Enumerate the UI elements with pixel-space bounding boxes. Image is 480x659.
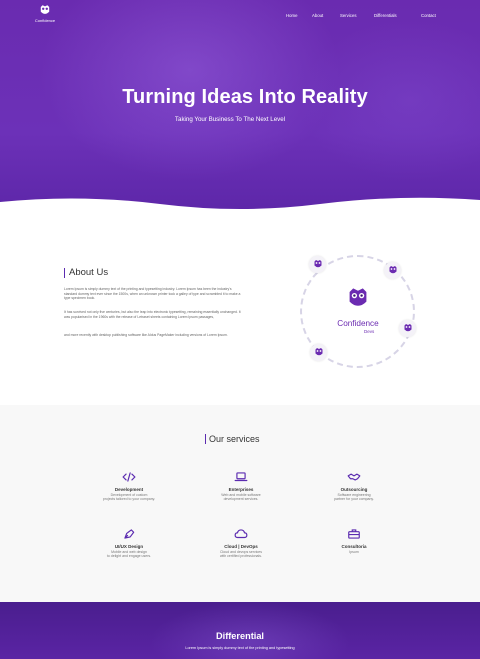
service-outsourcing[interactable]: Outsourcing Software engineering partner… — [309, 471, 399, 502]
nav-home[interactable]: Home — [286, 13, 297, 18]
service-desc: partner for your company. — [334, 497, 374, 502]
orbit-bubble — [384, 262, 401, 279]
service-cloud-devops[interactable]: Cloud | DevOps Cloud and devops services… — [196, 528, 286, 559]
about-paragraph-2: It has survived not only five centuries,… — [64, 310, 241, 319]
service-desc: development services. — [223, 497, 259, 502]
services-title: Our services — [205, 434, 260, 444]
logo-brand-text: Confidence — [34, 18, 56, 23]
orbit-bubble — [399, 320, 416, 337]
orbit-bubble — [310, 344, 327, 361]
owl-logo-icon — [40, 5, 50, 14]
about-title: About Us — [64, 268, 108, 278]
about-paragraph-1: Lorem Ipsum is simply dummy text of the … — [64, 287, 241, 301]
nav-contact[interactable]: Contact — [421, 13, 436, 18]
owl-icon — [314, 260, 321, 268]
center-brand-text: Confidence — [337, 319, 379, 328]
service-development[interactable]: Development Development of custom projec… — [84, 471, 174, 502]
laptop-icon — [234, 472, 248, 482]
owl-icon — [389, 266, 396, 274]
pen-icon — [124, 529, 135, 539]
cloud-icon — [234, 529, 248, 539]
service-consultoria[interactable]: Consultoria Ipsum — [309, 528, 399, 554]
briefcase-icon — [348, 529, 360, 539]
hero-subtitle: Taking Your Business To The Next Level — [174, 116, 286, 123]
hero-section: Confidence Home About Services Different… — [0, 0, 480, 222]
owl-icon — [315, 348, 322, 356]
hero-wave-divider — [0, 197, 480, 222]
logo[interactable]: Confidence — [30, 4, 60, 28]
differential-subtitle: Lorem Ipsum is simply dummy text of the … — [185, 646, 295, 650]
orbit-bubble — [309, 256, 326, 273]
differential-section: Differential Lorem Ipsum is simply dummy… — [0, 602, 480, 659]
hero-title: Turning Ideas Into Reality — [122, 86, 368, 108]
service-uiux-design[interactable]: UI/UX Design Mobile and web design to de… — [84, 528, 174, 559]
service-desc: with certified professionals. — [219, 554, 263, 559]
handshake-icon — [347, 473, 361, 481]
about-paragraph-3: and more recently with desktop publishin… — [64, 333, 228, 337]
center-brand-sub: Devs — [364, 329, 375, 334]
nav-differentials[interactable]: Differentials — [374, 13, 397, 18]
differential-title: Differential — [216, 631, 264, 641]
code-icon — [122, 472, 136, 482]
owl-icon — [404, 324, 411, 332]
nav-about[interactable]: About — [312, 13, 323, 18]
owl-mascot-icon — [349, 288, 367, 306]
nav-services[interactable]: Services — [340, 13, 356, 18]
service-desc: projects tailored to your company. — [102, 497, 156, 502]
service-enterprises[interactable]: Enterprises Web and mobile software deve… — [196, 471, 286, 502]
service-desc: to delight and engage users. — [106, 554, 152, 559]
service-desc: Ipsum — [349, 550, 359, 554]
